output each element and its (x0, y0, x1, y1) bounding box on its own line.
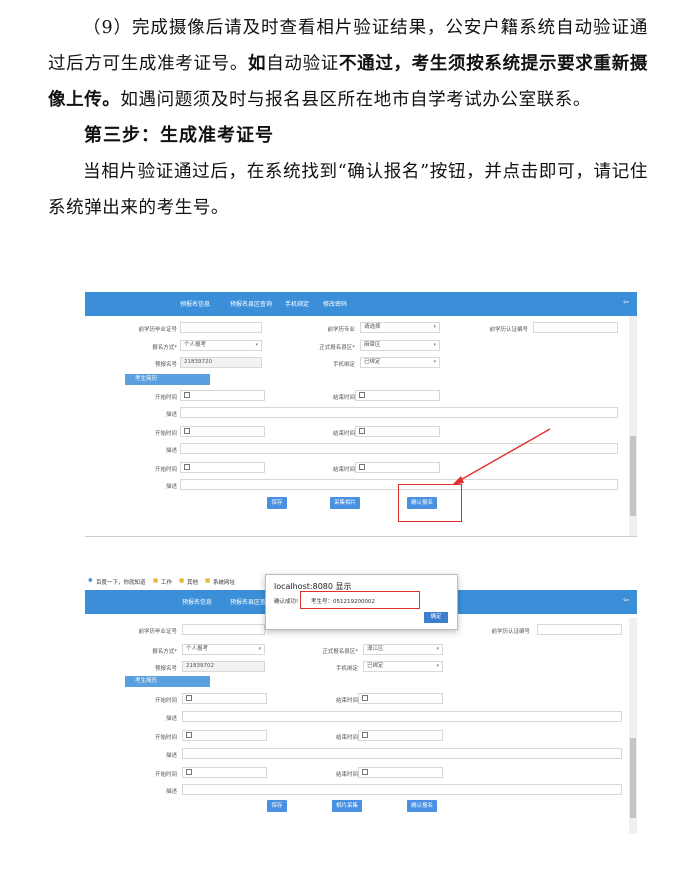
dialog-message: 确认成功! (274, 599, 299, 605)
step-three-heading: 第三步：生成准考证号 (84, 125, 274, 146)
select-value: 个人报考 (186, 646, 209, 652)
nav-pre-registration[interactable]: 预报名信息 (182, 597, 212, 606)
label-region: 正式报名县区* (322, 649, 358, 655)
chevron-down-icon: ▾ (258, 646, 261, 652)
calendar-icon (362, 769, 368, 775)
calendar-icon (362, 695, 368, 701)
logout-icon[interactable]: ⇦ (623, 596, 629, 604)
text-run: 如遇问题须及时与报名县区所在地市自学考试办公室联系。 (120, 90, 592, 110)
paragraph-photo-verify: （9）完成摄像后请及时查看相片验证结果，公安户籍系统自动验证通过后方可生成准考证… (48, 10, 648, 118)
text-run: 自动验证 (266, 54, 339, 74)
select-region[interactable]: 濠江区 ▾ (363, 644, 443, 655)
baidu-icon: ✽ (88, 578, 93, 584)
highlight-box (300, 591, 420, 609)
label-apply-method: 报名方式* (152, 649, 177, 655)
chevron-down-icon: ▾ (436, 663, 439, 669)
select-phone[interactable]: 已绑定 ▾ (363, 661, 443, 672)
input-desc[interactable] (182, 784, 622, 795)
chevron-down-icon: ▾ (436, 646, 439, 652)
scrollbar-thumb[interactable] (630, 436, 636, 516)
label-desc: 描述 (165, 716, 177, 722)
label-start-time: 开始时间 (154, 735, 177, 741)
bookmark-work[interactable]: 工作 (161, 578, 172, 586)
label-desc: 描述 (165, 753, 177, 759)
label-pre-no: 预报名号 (154, 666, 177, 672)
input-pre-no: 21839702 (182, 661, 265, 672)
bold-text: 如 (248, 54, 267, 74)
select-value: 濠江区 (367, 646, 384, 652)
label-phone: 手机绑定 (335, 666, 358, 672)
folder-icon: ■ (205, 578, 211, 584)
input-start-time[interactable] (182, 730, 267, 741)
alert-dialog: localhost:8080 显示 确认成功! 考生号：051219200002… (265, 574, 458, 630)
input-start-time[interactable] (182, 767, 267, 778)
save-button[interactable]: 保存 (267, 800, 287, 812)
calendar-icon (186, 695, 192, 701)
label-end-time: 结束时间 (335, 698, 358, 704)
input-end-time[interactable] (358, 767, 443, 778)
scrollbar[interactable] (629, 316, 637, 536)
paragraph-confirm: 当相片验证通过后，在系统找到“确认报名”按钮，并点击即可，请记住系统弹出来的考生… (48, 162, 648, 218)
select-value: 已绑定 (367, 663, 384, 669)
label-start-time: 开始时间 (154, 772, 177, 778)
folder-icon: ■ (179, 578, 185, 584)
select-apply-method[interactable]: 个人报考 ▾ (182, 644, 265, 655)
label-end-time: 结束时间 (335, 772, 358, 778)
input-prev-cert[interactable] (182, 624, 265, 635)
document-body: （9）完成摄像后请及时查看相片验证结果，公安户籍系统自动验证通过后方可生成准考证… (48, 10, 648, 226)
pointer-arrow (452, 428, 551, 485)
section-resume: 考生简历 (125, 676, 210, 687)
label-end-time: 结束时间 (335, 735, 358, 741)
nav-region-query[interactable]: 预报名县区查 (230, 597, 266, 606)
input-prev-auth[interactable] (537, 624, 622, 635)
calendar-icon (186, 769, 192, 775)
folder-icon: ■ (153, 578, 159, 584)
input-end-time[interactable] (358, 693, 443, 704)
input-desc[interactable] (182, 748, 622, 759)
scrollbar-thumb[interactable] (630, 738, 636, 818)
confirm-registration-button[interactable]: 确认报名 (407, 800, 437, 812)
label-desc: 描述 (165, 789, 177, 795)
input-desc[interactable] (182, 711, 622, 722)
label-prev-auth: 前学历认证编号 (491, 629, 530, 635)
input-end-time[interactable] (358, 730, 443, 741)
calendar-icon (186, 732, 192, 738)
arrow-line (456, 428, 551, 483)
label-start-time: 开始时间 (154, 698, 177, 704)
ok-button[interactable]: 确定 (424, 612, 448, 623)
arrow-head (452, 476, 464, 485)
photo-button[interactable]: 相片采集 (332, 800, 362, 812)
calendar-icon (362, 732, 368, 738)
bookmark-sysurl[interactable]: 系统网址 (213, 578, 235, 586)
label-prev-cert: 前学历毕业证号 (138, 629, 177, 635)
scrollbar[interactable] (629, 618, 637, 834)
bookmark-other[interactable]: 其他 (187, 578, 198, 586)
bookmark-baidu[interactable]: 百度一下，你就知道 (96, 578, 146, 586)
input-start-time[interactable] (182, 693, 267, 704)
screenshot-registration-form: 预报名信息 预报名县区查询 手机绑定 修改密码 ⇦ 前学历毕业证号 前学历专业 … (85, 292, 637, 537)
screenshot-confirm-dialog: ✽ 百度一下，你就知道 ■ 工作 ■ 其他 ■ 系统网址 预报名信息 预报名县区… (85, 574, 637, 840)
